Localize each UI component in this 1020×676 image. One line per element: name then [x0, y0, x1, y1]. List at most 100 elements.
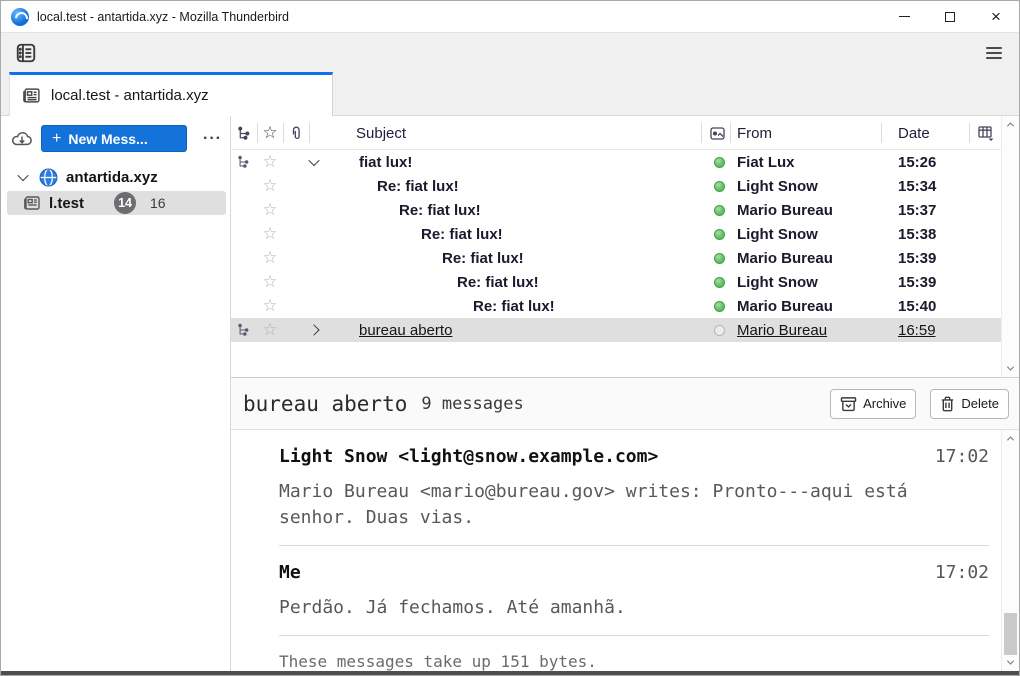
collapse-thread-button[interactable] — [305, 150, 323, 174]
paperclip-icon — [289, 126, 303, 141]
attachment-column-header[interactable] — [284, 116, 308, 150]
date-cell: 16:59 — [898, 318, 968, 342]
window-title: local.test - antartida.xyz - Mozilla Thu… — [37, 10, 881, 24]
thread-list-header: ☆ Subject — [231, 116, 1019, 150]
cloud-download-button[interactable] — [11, 130, 33, 148]
message-item[interactable]: Light Snow <light@snow.example.com> 17:0… — [279, 430, 989, 545]
star-icon[interactable]: ☆ — [258, 270, 282, 294]
archive-button[interactable]: Archive — [830, 389, 916, 419]
thunderbird-logo-icon — [11, 8, 29, 26]
unread-dot[interactable] — [708, 294, 730, 318]
thread-row[interactable]: ☆ Re: fiat lux! Mario Bureau 15:39 — [231, 246, 1001, 270]
cloud-download-icon — [11, 130, 33, 148]
trash-icon — [940, 396, 955, 412]
date-cell: 15:39 — [898, 270, 968, 294]
message-item[interactable]: Me 17:02 Perdão. Já fechamos. Até amanhã… — [279, 546, 989, 635]
delete-label: Delete — [961, 396, 999, 411]
star-icon[interactable]: ☆ — [258, 246, 282, 270]
star-icon[interactable]: ☆ — [258, 294, 282, 318]
account-name: antartida.xyz — [66, 169, 158, 186]
unread-dot[interactable] — [708, 198, 730, 222]
subject-column-header[interactable]: Subject — [356, 116, 406, 150]
titlebar: local.test - antartida.xyz - Mozilla Thu… — [1, 1, 1019, 32]
message-header-bar: bureau aberto 9 messages Archive — [231, 378, 1019, 430]
archive-icon — [840, 396, 857, 412]
folder-name: l.test — [49, 195, 84, 212]
delete-button[interactable]: Delete — [930, 389, 1009, 419]
subject-cell: Re: fiat lux! — [399, 198, 481, 222]
thunderbird-window: local.test - antartida.xyz - Mozilla Thu… — [0, 0, 1020, 676]
thread-pane: ☆ Subject — [231, 116, 1019, 378]
star-icon[interactable]: ☆ — [258, 150, 282, 174]
message-pane-scrollbar[interactable] — [1001, 430, 1019, 671]
unread-dot[interactable] — [708, 246, 730, 270]
message-count: 9 messages — [421, 394, 523, 414]
close-button[interactable]: × — [973, 1, 1019, 32]
subject-cell: Re: fiat lux! — [473, 294, 555, 318]
column-picker-button[interactable] — [973, 116, 999, 150]
from-cell: Mario Bureau — [737, 318, 892, 342]
new-message-button[interactable]: + New Mess... — [41, 125, 187, 152]
account-row[interactable]: antartida.xyz — [1, 165, 230, 189]
subject-cell: Re: fiat lux! — [442, 246, 524, 270]
unread-dot[interactable] — [708, 174, 730, 198]
subject-cell: fiat lux! — [359, 150, 412, 174]
star-column-header[interactable]: ☆ — [258, 116, 282, 150]
new-message-label: New Mess... — [68, 131, 147, 147]
total-count: 16 — [150, 195, 166, 211]
app-menu-button[interactable] — [981, 40, 1007, 66]
chevron-right-icon — [308, 324, 319, 335]
thread-row-selected[interactable]: ☆ bureau aberto Mario Bureau 16:59 — [231, 318, 1001, 342]
from-cell: Fiat Lux — [737, 150, 892, 174]
folder-row-ltest[interactable]: l.test 14 16 — [7, 191, 226, 215]
newsgroup-folder-icon — [23, 194, 41, 212]
subject-cell: Re: fiat lux! — [421, 222, 503, 246]
thread-row[interactable]: ☆ Re: fiat lux! Mario Bureau 15:40 — [231, 294, 1001, 318]
date-cell: 15:34 — [898, 174, 968, 198]
thread-list-scrollbar[interactable] — [1001, 116, 1019, 377]
globe-icon — [39, 168, 58, 187]
unread-dot[interactable] — [708, 150, 730, 174]
unread-dot[interactable] — [708, 270, 730, 294]
unread-column-header[interactable] — [704, 116, 730, 150]
maximize-button[interactable] — [927, 1, 973, 32]
scroll-up-icon[interactable] — [1007, 436, 1014, 443]
date-column-header[interactable]: Date — [898, 116, 930, 150]
from-cell: Mario Bureau — [737, 246, 892, 270]
from-cell: Mario Bureau — [737, 294, 892, 318]
star-icon[interactable]: ☆ — [258, 318, 282, 342]
thread-row[interactable]: ☆ Re: fiat lux! Light Snow 15:38 — [231, 222, 1001, 246]
folder-pane-options-button[interactable]: ··· — [203, 130, 222, 148]
scroll-down-icon[interactable] — [1007, 658, 1014, 665]
newspaper-icon — [22, 86, 41, 105]
expand-thread-button[interactable] — [305, 318, 323, 342]
message-body: Mario Bureau <mario@bureau.gov> writes: … — [279, 479, 939, 531]
subject-cell: Re: fiat lux! — [457, 270, 539, 294]
spaces-toolbar-button[interactable] — [13, 40, 39, 66]
thread-row[interactable]: ☆ Re: fiat lux! Light Snow 15:34 — [231, 174, 1001, 198]
chevron-down-icon[interactable] — [17, 170, 28, 181]
read-dot[interactable] — [708, 318, 730, 342]
column-picker-icon — [978, 126, 995, 141]
thread-row[interactable]: ☆ Re: fiat lux! Mario Bureau 15:37 — [231, 198, 1001, 222]
minimize-button[interactable] — [881, 1, 927, 32]
from-column-header[interactable]: From — [737, 116, 772, 150]
from-cell: Mario Bureau — [737, 198, 892, 222]
minimize-icon — [899, 16, 910, 17]
thread-row[interactable]: ☆ fiat lux! Fiat Lux 15:26 — [231, 150, 1001, 174]
tab-local-test[interactable]: local.test - antartida.xyz — [9, 72, 333, 116]
chevron-down-icon — [308, 155, 319, 166]
star-icon[interactable]: ☆ — [258, 198, 282, 222]
scroll-down-icon[interactable] — [1007, 364, 1014, 371]
scrollbar-thumb[interactable] — [1004, 613, 1017, 655]
plus-icon: + — [52, 130, 61, 148]
thread-column-header[interactable] — [232, 116, 256, 150]
scroll-up-icon[interactable] — [1007, 122, 1014, 129]
star-icon[interactable]: ☆ — [258, 174, 282, 198]
unread-dot[interactable] — [708, 222, 730, 246]
star-icon[interactable]: ☆ — [258, 222, 282, 246]
from-cell: Light Snow — [737, 270, 892, 294]
thread-row[interactable]: ☆ Re: fiat lux! Light Snow 15:39 — [231, 270, 1001, 294]
close-icon: × — [991, 8, 1001, 25]
size-note: These messages take up 151 bytes. — [279, 636, 989, 671]
